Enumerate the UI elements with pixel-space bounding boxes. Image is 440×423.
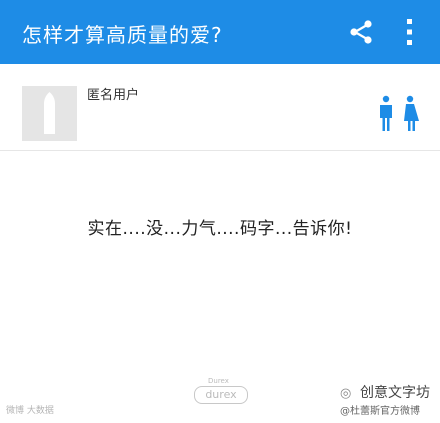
watermark-right-sub: @杜蕾斯官方微博 <box>340 406 420 417</box>
male-female-icon <box>380 95 419 131</box>
watermark-right-title: 创意文字坊 <box>360 385 430 401</box>
brand-logo: durex <box>194 386 248 404</box>
wechat-icon: ◎ <box>340 386 352 401</box>
username[interactable]: 匿名用户 <box>87 84 139 103</box>
page-title: 怎样才算高质量的爱? <box>22 23 223 47</box>
share-icon[interactable] <box>347 18 375 46</box>
app-bar: 怎样才算高质量的爱? <box>0 0 440 64</box>
watermark-left: 微博 大数据 <box>6 406 54 416</box>
brand-small-text: Durex <box>208 377 229 385</box>
avatar[interactable] <box>22 86 77 141</box>
answer-text: 实在....没...力气....码字...告诉你! <box>87 219 353 239</box>
more-vertical-icon[interactable] <box>404 17 416 47</box>
